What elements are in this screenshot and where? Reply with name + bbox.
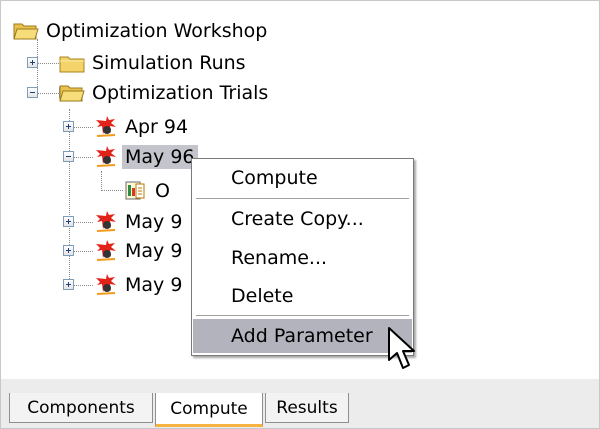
tree-node-label: May 9 xyxy=(125,240,183,262)
menu-item-delete[interactable]: Delete xyxy=(193,279,412,313)
optimization-trial-icon xyxy=(96,240,116,261)
expand-toggle-icon[interactable] xyxy=(27,57,38,68)
tree-node-simulation-runs[interactable]: Simulation Runs xyxy=(59,49,249,77)
tab-compute[interactable]: Compute xyxy=(155,393,263,427)
tree-node-label: Optimization Trials xyxy=(92,82,269,104)
menu-item-label: Add Parameter xyxy=(231,325,373,347)
objective-icon xyxy=(125,181,145,200)
tree-line xyxy=(37,63,59,64)
tree-node-label: May 9 xyxy=(125,274,183,296)
expand-toggle-icon[interactable] xyxy=(63,216,74,227)
tree-node-trial-may-9a[interactable]: May 9 xyxy=(93,208,185,236)
explorer-tab-bar: Components Compute Results xyxy=(1,379,599,428)
tree-node-optimization-trials[interactable]: Optimization Trials xyxy=(59,79,271,107)
tree-node-label: Optimization Workshop xyxy=(46,20,268,42)
tree-line xyxy=(101,190,123,191)
tree-node-trial-may-9b[interactable]: May 9 xyxy=(93,237,185,265)
watershed-explorer-tree: Optimization Workshop Simulation Runs Op… xyxy=(1,1,599,380)
menu-item-compute[interactable]: Compute xyxy=(193,161,412,195)
tree-line xyxy=(101,171,102,191)
tree-node-objective[interactable]: O xyxy=(123,177,173,205)
tab-results[interactable]: Results xyxy=(265,393,349,423)
open-folder-icon xyxy=(59,85,85,102)
tree-node-label: Apr 94 xyxy=(125,116,189,138)
menu-item-label: Rename... xyxy=(231,247,328,269)
optimization-trial-icon xyxy=(96,116,116,137)
collapse-toggle-icon[interactable] xyxy=(27,87,38,98)
menu-item-create-copy[interactable]: Create Copy... xyxy=(193,202,412,236)
tab-label: Components xyxy=(27,397,135,418)
menu-item-label: Delete xyxy=(231,285,294,307)
tree-node-label: Simulation Runs xyxy=(92,52,246,74)
tree-node-trial-apr-94[interactable]: Apr 94 xyxy=(93,113,191,141)
menu-separator xyxy=(196,198,409,199)
optimization-trial-icon xyxy=(96,146,116,167)
tab-components[interactable]: Components xyxy=(9,393,153,423)
folder-icon xyxy=(59,56,85,73)
menu-item-label: Create Copy... xyxy=(231,208,364,230)
tree-node-trial-may-96[interactable]: May 96 xyxy=(93,143,198,171)
collapse-toggle-icon[interactable] xyxy=(63,151,74,162)
tree-line xyxy=(69,109,70,287)
workspace-window: Optimization Workshop Simulation Runs Op… xyxy=(0,0,600,429)
tree-node-label: O xyxy=(155,180,170,202)
tab-label: Results xyxy=(276,397,338,418)
menu-separator xyxy=(196,315,409,316)
tree-node-trial-may-9c[interactable]: May 9 xyxy=(93,271,185,299)
menu-item-label: Compute xyxy=(231,167,318,189)
menu-item-rename[interactable]: Rename... xyxy=(193,241,412,275)
expand-toggle-icon[interactable] xyxy=(63,121,74,132)
mouse-pointer-icon xyxy=(388,327,415,369)
context-menu: Compute Create Copy... Rename... Delete … xyxy=(191,158,414,356)
tab-label: Compute xyxy=(170,398,248,419)
optimization-trial-icon xyxy=(96,211,116,232)
tree-node-label: May 9 xyxy=(125,211,183,233)
tree-line xyxy=(37,93,59,94)
tree-node-label: May 96 xyxy=(122,145,198,169)
expand-toggle-icon[interactable] xyxy=(63,279,74,290)
tree-node-optimization-workshop[interactable]: Optimization Workshop xyxy=(13,17,270,45)
optimization-trial-icon xyxy=(96,274,116,295)
open-folder-icon xyxy=(13,23,39,40)
menu-item-add-parameter[interactable]: Add Parameter xyxy=(193,319,412,353)
expand-toggle-icon[interactable] xyxy=(63,245,74,256)
